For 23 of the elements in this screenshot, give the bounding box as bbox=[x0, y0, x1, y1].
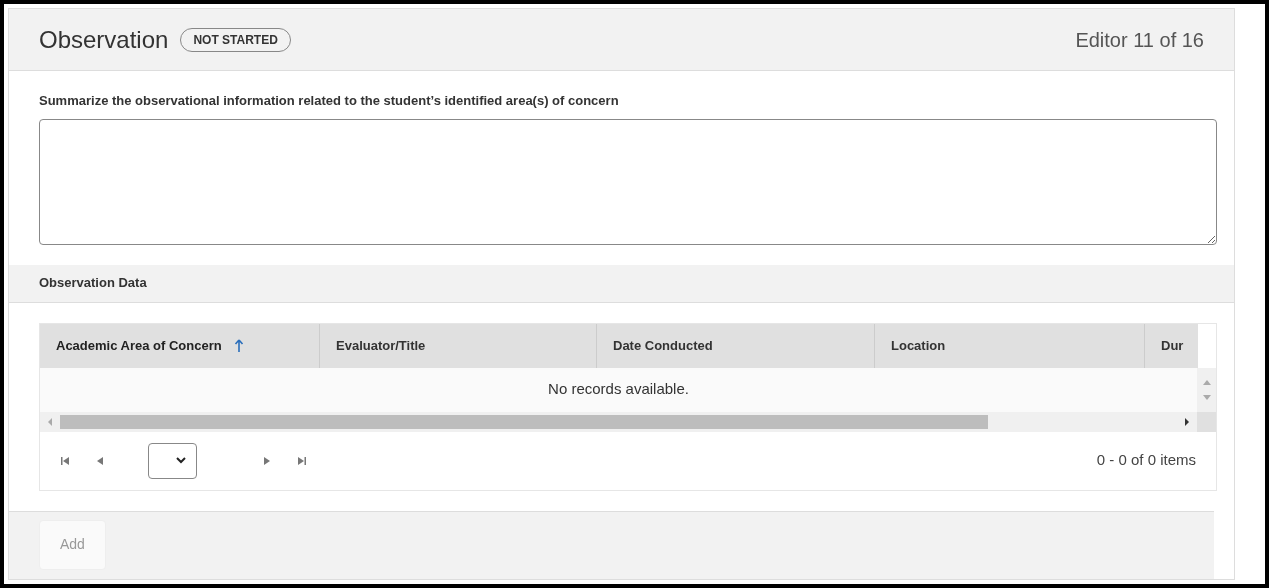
column-header[interactable]: Location bbox=[875, 323, 1145, 368]
scroll-right-icon[interactable] bbox=[1185, 417, 1189, 426]
column-header[interactable]: Dur bbox=[1145, 323, 1198, 368]
vertical-scrollbar[interactable] bbox=[1197, 367, 1216, 412]
empty-message: No records available. bbox=[40, 367, 1197, 412]
page-size-dropdown[interactable] bbox=[148, 442, 197, 479]
field-label: Summarize the observational information related to the student’s identified area(s) of concern bbox=[39, 92, 620, 110]
section-title: Observation Data bbox=[39, 274, 147, 293]
editor-counter: Editor 11 of 16 bbox=[1075, 27, 1204, 53]
last-page-icon[interactable] bbox=[295, 454, 307, 467]
sort-ascending-icon bbox=[233, 338, 244, 353]
first-page-icon[interactable] bbox=[60, 454, 72, 467]
page-title: Observation bbox=[39, 24, 169, 55]
column-header[interactable]: Evaluator/Title bbox=[320, 323, 597, 368]
column-header[interactable]: Date Conducted bbox=[597, 323, 875, 368]
scroll-down-icon[interactable] bbox=[1202, 394, 1211, 400]
pager-info: 0 - 0 of 0 items bbox=[1096, 450, 1196, 471]
chevron-down-icon bbox=[176, 457, 186, 464]
scroll-up-icon[interactable] bbox=[1202, 379, 1211, 385]
summary-field[interactable] bbox=[39, 118, 1217, 245]
scroll-left-icon[interactable] bbox=[48, 417, 52, 426]
column-header[interactable]: Academic Area of Concern bbox=[40, 323, 320, 368]
horizontal-scrollbar[interactable] bbox=[40, 411, 1216, 432]
